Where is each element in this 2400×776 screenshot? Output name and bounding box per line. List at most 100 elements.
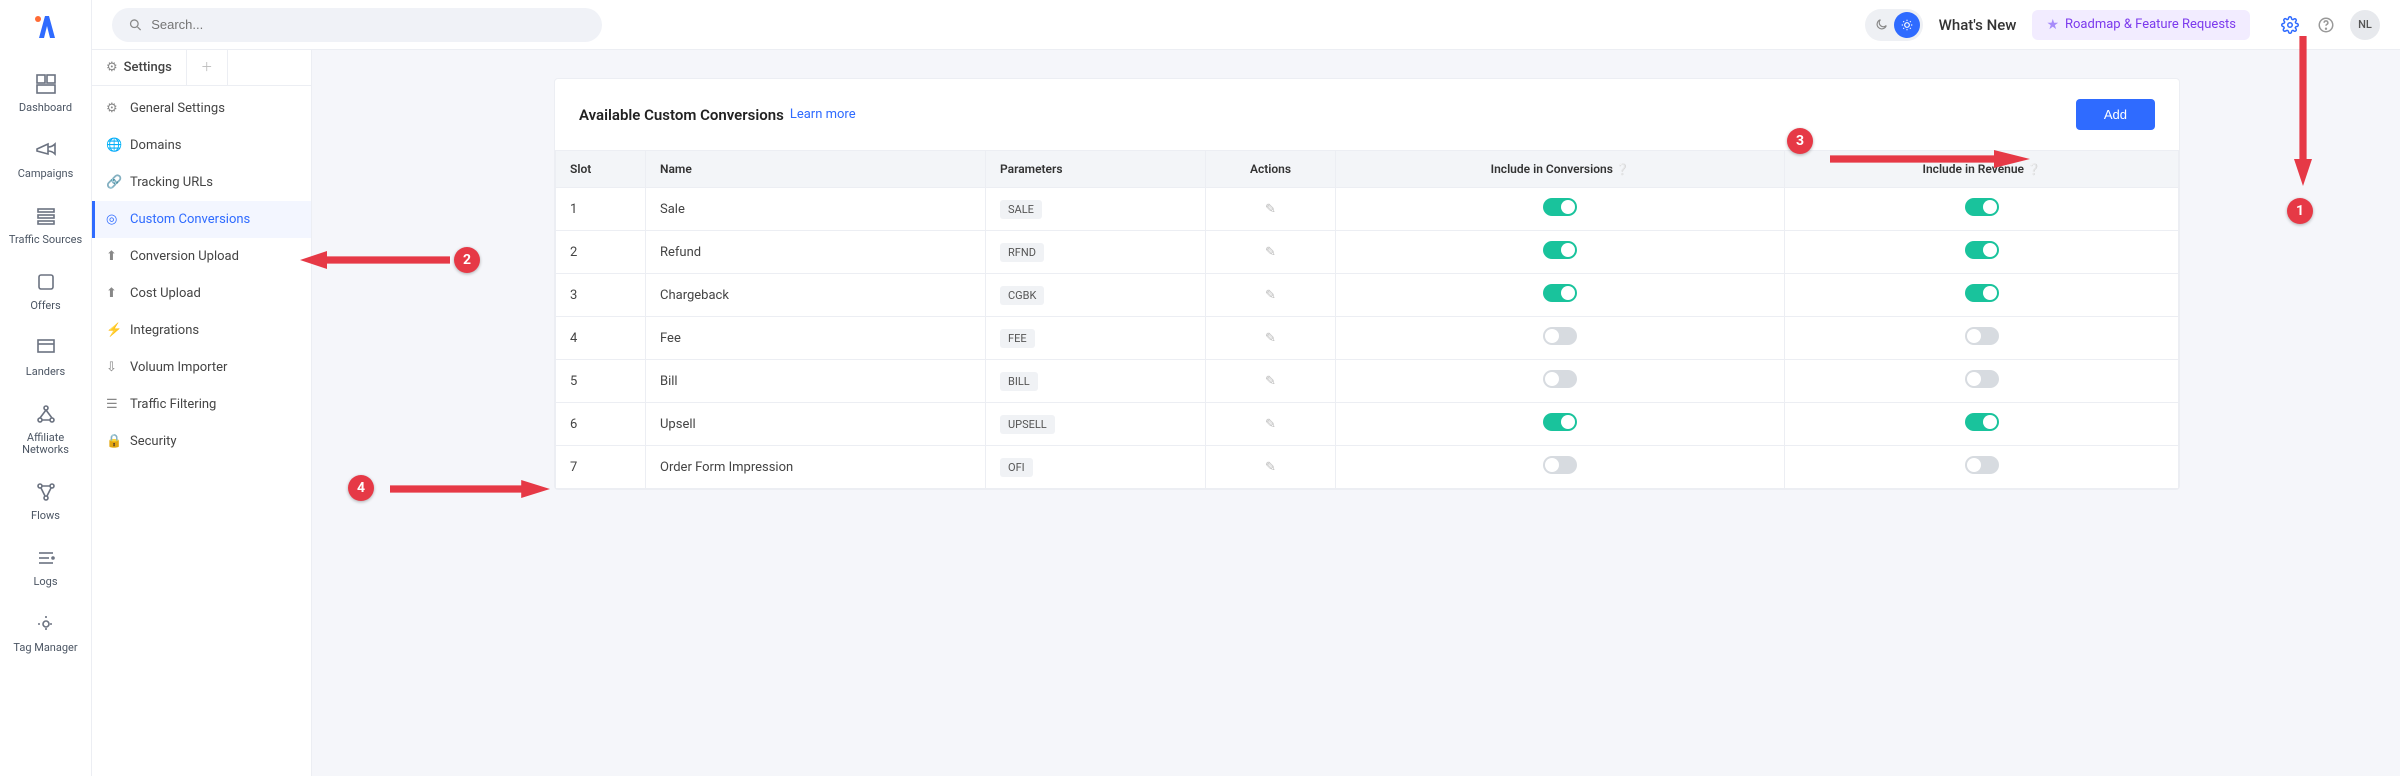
rail-campaigns[interactable]: Campaigns (0, 128, 92, 194)
edit-icon[interactable]: ✎ (1265, 331, 1276, 346)
rail-offers[interactable]: Offers (0, 260, 92, 326)
tab-settings[interactable]: ⚙ Settings (92, 50, 187, 85)
cell-slot: 5 (556, 360, 646, 403)
cell-actions: ✎ (1206, 188, 1336, 231)
content-area: Available Custom Conversions Learn more … (312, 50, 2400, 776)
col-parameters: Parameters (986, 151, 1206, 188)
toggle-revenue[interactable] (1965, 413, 1999, 431)
rail-traffic-sources[interactable]: Traffic Sources (0, 194, 92, 260)
cell-slot: 1 (556, 188, 646, 231)
rail-affiliate-networks[interactable]: Affiliate Networks (0, 392, 92, 470)
toggle-revenue[interactable] (1965, 456, 1999, 474)
toggle-revenue[interactable] (1965, 284, 1999, 302)
cell-name: Refund (646, 231, 986, 274)
cell-actions: ✎ (1206, 231, 1336, 274)
add-button[interactable]: Add (2076, 99, 2155, 130)
globe-icon: 🌐 (106, 138, 122, 153)
rail-landers[interactable]: Landers (0, 326, 92, 392)
cell-actions: ✎ (1206, 360, 1336, 403)
sidebar-item-label: Tracking URLs (130, 175, 213, 190)
edit-icon[interactable]: ✎ (1265, 288, 1276, 303)
cell-include-revenue (1785, 360, 2179, 403)
rail-flows[interactable]: Flows (0, 470, 92, 536)
toggle-conversions[interactable] (1543, 456, 1577, 474)
help-icon[interactable]: ❔ (2027, 163, 2041, 176)
user-avatar[interactable]: NL (2350, 10, 2380, 40)
sidebar-item-domains[interactable]: 🌐Domains (92, 127, 311, 164)
plug-icon: ⚡ (106, 323, 122, 338)
sidebar-item-label: Voluum Importer (130, 360, 227, 375)
rail-dashboard[interactable]: Dashboard (0, 62, 92, 128)
cell-name: Upsell (646, 403, 986, 446)
sidebar-item-label: General Settings (130, 101, 225, 116)
sidebar-item-traffic-filtering[interactable]: ☰ Traffic Filtering (92, 386, 311, 423)
left-rail: Dashboard Campaigns Traffic Sources Offe… (0, 0, 92, 776)
cell-parameters: FEE (986, 317, 1206, 360)
edit-icon[interactable]: ✎ (1265, 374, 1276, 389)
cell-include-conversions (1336, 360, 1785, 403)
sidebar-item-security[interactable]: 🔒Security (92, 423, 311, 460)
cell-parameters: CGBK (986, 274, 1206, 317)
sidebar-item-label: Cost Upload (130, 286, 201, 301)
sidebar-item-general-settings[interactable]: ⚙General Settings (92, 90, 311, 127)
sidebar-item-tracking-urls[interactable]: 🔗Tracking URLs (92, 164, 311, 201)
cell-parameters: OFI (986, 446, 1206, 489)
toggle-conversions[interactable] (1543, 370, 1577, 388)
rail-tag-manager[interactable]: Tag Manager (0, 602, 92, 668)
cell-include-revenue (1785, 317, 2179, 360)
col-include-revenue: Include in Revenue ❔ (1785, 151, 2179, 188)
topbar: What's New ★ Roadmap & Feature Requests … (92, 0, 2400, 50)
learn-more-link[interactable]: Learn more (790, 107, 856, 122)
edit-icon[interactable]: ✎ (1265, 460, 1276, 475)
cell-slot: 2 (556, 231, 646, 274)
cell-name: Sale (646, 188, 986, 231)
toggle-conversions[interactable] (1543, 198, 1577, 216)
cell-actions: ✎ (1206, 403, 1336, 446)
settings-gear-icon[interactable] (2276, 11, 2304, 39)
conversions-table: Slot Name Parameters Actions Include in … (555, 150, 2179, 489)
sidebar-item-label: Traffic Filtering (130, 397, 216, 412)
sidebar-item-cost-upload[interactable]: ⬆Cost Upload (92, 275, 311, 312)
sidebar-item-voluum-importer[interactable]: ⇩Voluum Importer (92, 349, 311, 386)
help-icon[interactable] (2312, 11, 2340, 39)
cell-name: Bill (646, 360, 986, 403)
sidebar-item-custom-conversions[interactable]: ◎Custom Conversions (92, 201, 311, 238)
cell-parameters: SALE (986, 188, 1206, 231)
rail-label: Flows (4, 510, 88, 522)
cell-name: Fee (646, 317, 986, 360)
toggle-revenue[interactable] (1965, 370, 1999, 388)
cell-include-conversions (1336, 317, 1785, 360)
toggle-revenue[interactable] (1965, 327, 1999, 345)
toggle-conversions[interactable] (1543, 241, 1577, 259)
theme-toggle[interactable] (1865, 9, 1923, 41)
search-box[interactable] (112, 8, 602, 42)
table-row: 6UpsellUPSELL✎ (556, 403, 2179, 446)
search-input[interactable] (151, 17, 586, 32)
sun-icon[interactable] (1894, 12, 1920, 38)
moon-icon[interactable] (1868, 12, 1894, 38)
app-logo[interactable] (29, 10, 63, 44)
param-tag: UPSELL (1000, 415, 1055, 434)
rail-label: Offers (4, 300, 88, 312)
sidebar-item-conversion-upload[interactable]: ⬆Conversion Upload (92, 238, 311, 275)
cell-include-conversions (1336, 188, 1785, 231)
roadmap-button[interactable]: ★ Roadmap & Feature Requests (2032, 10, 2250, 40)
sidebar-item-integrations[interactable]: ⚡Integrations (92, 312, 311, 349)
whats-new-link[interactable]: What's New (1939, 16, 2017, 34)
add-tab-button[interactable]: ＋ (187, 50, 228, 85)
toggle-conversions[interactable] (1543, 284, 1577, 302)
cell-parameters: BILL (986, 360, 1206, 403)
settings-sidebar: ⚙ Settings ＋ ⚙General Settings 🌐Domains … (92, 50, 312, 776)
toggle-conversions[interactable] (1543, 327, 1577, 345)
toggle-revenue[interactable] (1965, 198, 1999, 216)
edit-icon[interactable]: ✎ (1265, 245, 1276, 260)
toggle-conversions[interactable] (1543, 413, 1577, 431)
edit-icon[interactable]: ✎ (1265, 202, 1276, 217)
help-icon[interactable]: ❔ (1616, 163, 1630, 176)
rail-logs[interactable]: Logs (0, 536, 92, 602)
edit-icon[interactable]: ✎ (1265, 417, 1276, 432)
star-icon: ★ (2046, 17, 2059, 33)
cell-include-revenue (1785, 403, 2179, 446)
filter-icon: ☰ (106, 397, 122, 412)
toggle-revenue[interactable] (1965, 241, 1999, 259)
